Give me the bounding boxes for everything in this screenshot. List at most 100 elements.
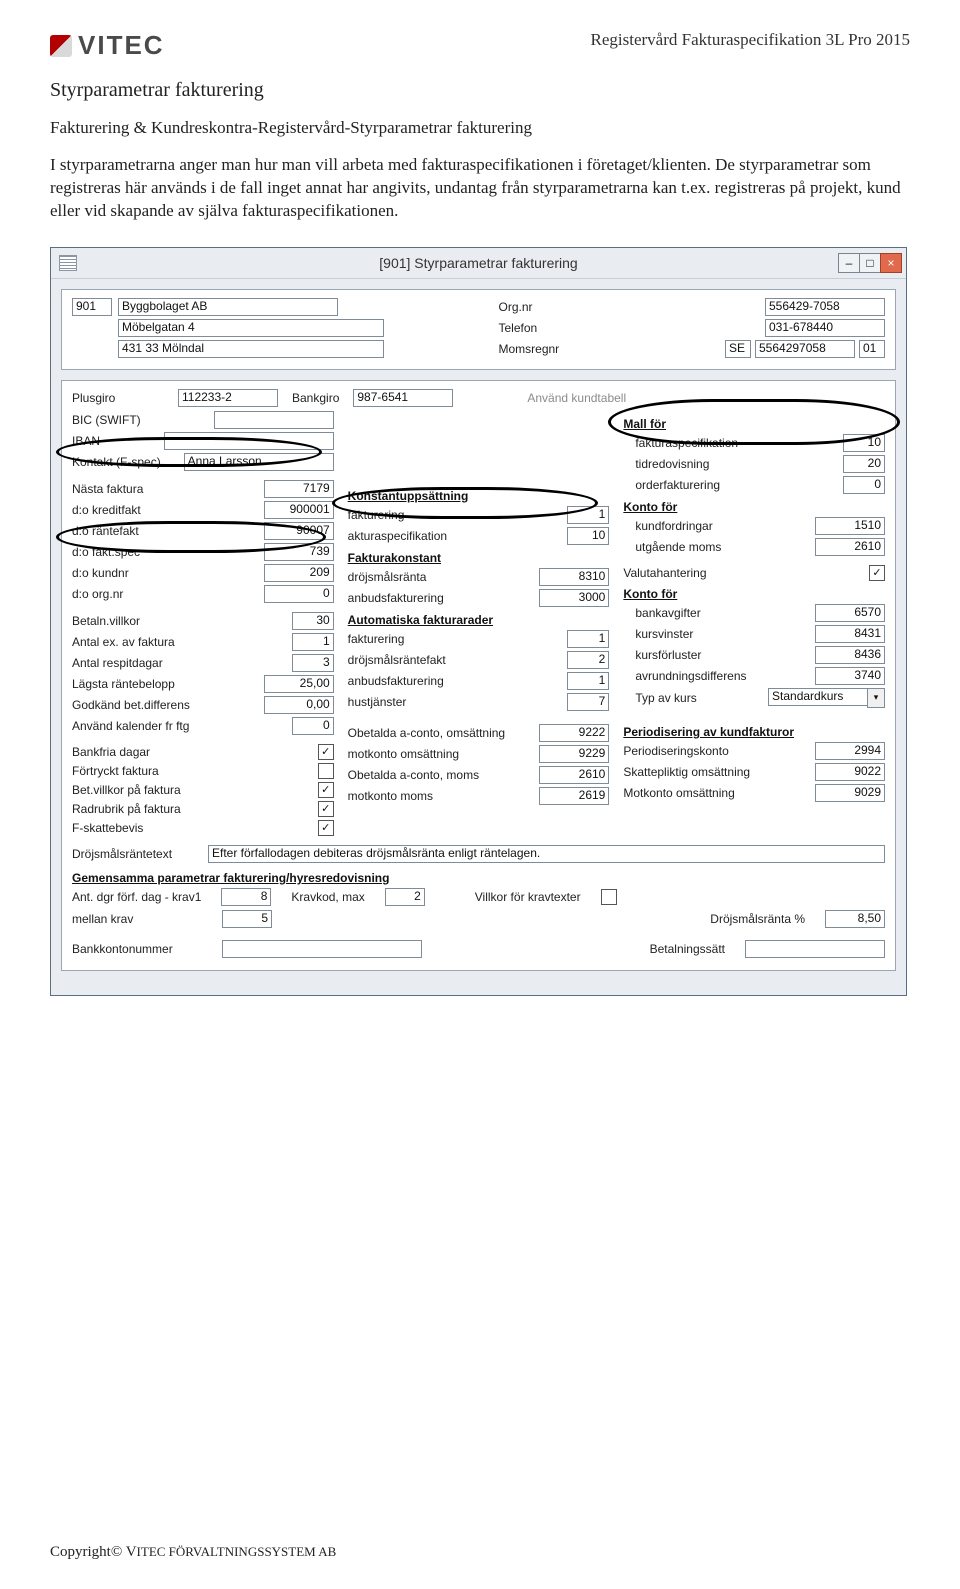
skatt-label: Skattepliktig omsättning xyxy=(623,765,750,779)
tel-input[interactable]: 031-678440 xyxy=(765,319,885,337)
body-paragraph: I styrparametrarna anger man hur man vil… xyxy=(50,154,910,223)
valuta-checkbox[interactable]: ✓ xyxy=(869,565,885,581)
betvillkor-label: Betaln.villkor xyxy=(72,614,140,628)
konst-fakt-input[interactable]: 1 xyxy=(567,506,609,524)
mall-order-input[interactable]: 0 xyxy=(843,476,885,494)
anbud-input[interactable]: 3000 xyxy=(539,589,609,607)
minimize-button[interactable]: – xyxy=(838,253,860,273)
bankavg-input[interactable]: 6570 xyxy=(815,604,885,622)
antalex-input[interactable]: 1 xyxy=(292,633,334,651)
bankavg-label: bankavgifter xyxy=(623,606,700,620)
lagsta-input[interactable]: 25,00 xyxy=(264,675,334,693)
krav-input[interactable]: 2 xyxy=(385,888,425,906)
moms-nr-input[interactable]: 5564297058 xyxy=(755,340,855,358)
orgnr2-input[interactable]: 0 xyxy=(264,585,334,603)
konto-moms-input[interactable]: 2610 xyxy=(815,538,885,556)
radrubrik-label: Radrubrik på faktura xyxy=(72,802,181,816)
villkor-checkbox[interactable] xyxy=(601,889,617,905)
company-name-input[interactable]: Byggbolaget AB xyxy=(118,298,338,316)
kundnr-input[interactable]: 209 xyxy=(264,564,334,582)
company-code-input[interactable]: 901 xyxy=(72,298,112,316)
radrubrik-checkbox[interactable]: ✓ xyxy=(318,801,334,817)
motk-input[interactable]: 9029 xyxy=(815,784,885,802)
af-anbud-label: anbudsfakturering xyxy=(348,674,444,688)
logo-icon xyxy=(50,35,72,57)
drojp-input[interactable]: 8,50 xyxy=(825,910,885,928)
kredit-label: d:o kreditfakt xyxy=(72,503,141,517)
bets-input[interactable] xyxy=(745,940,885,958)
fskatt-label: F-skattebevis xyxy=(72,821,143,835)
nasta-input[interactable]: 7179 xyxy=(264,480,334,498)
params-group: Plusgiro 112233-2 Bankgiro 987-6541 Anvä… xyxy=(61,380,896,971)
konst-head: Konstantuppsättning xyxy=(348,489,610,503)
mall-spec-label: fakturaspecifikation xyxy=(623,436,738,450)
bic-input[interactable] xyxy=(214,411,334,429)
maximize-button[interactable]: □ xyxy=(859,253,881,273)
kursf-input[interactable]: 8436 xyxy=(815,646,885,664)
logo-text: VITEC xyxy=(78,30,165,61)
konst-spec-input[interactable]: 10 xyxy=(567,527,609,545)
app-window: [901] Styrparametrar fakturering – □ × 9… xyxy=(50,247,907,996)
address1-input[interactable]: Möbelgatan 4 xyxy=(118,319,384,337)
bankfria-checkbox[interactable]: ✓ xyxy=(318,744,334,760)
address2-input[interactable]: 431 33 Mölndal xyxy=(118,340,384,358)
ob-oms-input[interactable]: 9222 xyxy=(539,724,609,742)
mall-tid-input[interactable]: 20 xyxy=(843,455,885,473)
droj-input[interactable]: 8310 xyxy=(539,568,609,586)
mk-oms-input[interactable]: 9229 xyxy=(539,745,609,763)
mall-tid-label: tidredovisning xyxy=(623,457,709,471)
konto-kund-input[interactable]: 1510 xyxy=(815,517,885,535)
konto-kund-label: kundfordringar xyxy=(623,519,712,533)
anbud-label: anbudsfakturering xyxy=(348,591,444,605)
fortryckt-label: Förtryckt faktura xyxy=(72,764,159,778)
rante-input[interactable]: 90007 xyxy=(264,522,334,540)
tel-label: Telefon xyxy=(499,321,538,335)
periodk-input[interactable]: 2994 xyxy=(815,742,885,760)
bankgiro-input[interactable]: 987-6541 xyxy=(353,389,453,407)
menu-icon[interactable] xyxy=(59,255,77,271)
anvkal-input[interactable]: 0 xyxy=(292,717,334,735)
af-hust-input[interactable]: 7 xyxy=(567,693,609,711)
close-button[interactable]: × xyxy=(880,253,902,273)
konto-moms-label: utgående moms xyxy=(623,540,721,554)
godk-label: Godkänd bet.differens xyxy=(72,698,190,712)
betvillpf-checkbox[interactable]: ✓ xyxy=(318,782,334,798)
bankk-input[interactable] xyxy=(222,940,422,958)
moms-country-input[interactable]: SE xyxy=(725,340,751,358)
mall-spec-input[interactable]: 10 xyxy=(843,434,885,452)
orgnr-input[interactable]: 556429-7058 xyxy=(765,298,885,316)
kursv-input[interactable]: 8431 xyxy=(815,625,885,643)
respit-input[interactable]: 3 xyxy=(292,654,334,672)
typ-select[interactable]: Standardkurs xyxy=(768,688,868,706)
fskatt-checkbox[interactable]: ✓ xyxy=(318,820,334,836)
fortryckt-checkbox[interactable] xyxy=(318,763,334,779)
skatt-input[interactable]: 9022 xyxy=(815,763,885,781)
footer: Copyright© VITEC FÖRVALTNINGSSYSTEM AB xyxy=(50,1544,336,1561)
drojtext-input[interactable]: Efter förfallodagen debiteras dröjsmålsr… xyxy=(208,845,885,863)
antalex-label: Antal ex. av faktura xyxy=(72,635,175,649)
godk-input[interactable]: 0,00 xyxy=(264,696,334,714)
mk-moms-input[interactable]: 2619 xyxy=(539,787,609,805)
iban-input[interactable] xyxy=(164,432,334,450)
bic-label: BIC (SWIFT) xyxy=(72,413,141,427)
kredit-input[interactable]: 900001 xyxy=(264,501,334,519)
af-droj-input[interactable]: 2 xyxy=(567,651,609,669)
af-fakt-input[interactable]: 1 xyxy=(567,630,609,648)
avrund-input[interactable]: 3740 xyxy=(815,667,885,685)
af-anbud-input[interactable]: 1 xyxy=(567,672,609,690)
ob-moms-input[interactable]: 2610 xyxy=(539,766,609,784)
faktspec-input[interactable]: 739 xyxy=(264,543,334,561)
drojtext-label: Dröjsmålsräntetext xyxy=(72,847,202,861)
mk-oms-label: motkonto omsättning xyxy=(348,747,459,761)
betvillkor-input[interactable]: 30 xyxy=(292,612,334,630)
breadcrumb: Fakturering & Kundreskontra-Registervård… xyxy=(50,118,910,138)
kursf-label: kursförluster xyxy=(623,648,701,662)
mellan-input[interactable]: 5 xyxy=(222,910,272,928)
moms-suffix-input[interactable]: 01 xyxy=(859,340,885,358)
kontakt-input[interactable]: Anna Larsson xyxy=(184,453,334,471)
orgnr-label: Org.nr xyxy=(499,300,533,314)
chevron-down-icon[interactable]: ▾ xyxy=(867,688,885,708)
plusgiro-input[interactable]: 112233-2 xyxy=(178,389,278,407)
typ-label: Typ av kurs xyxy=(623,691,696,705)
ant-input[interactable]: 8 xyxy=(221,888,271,906)
